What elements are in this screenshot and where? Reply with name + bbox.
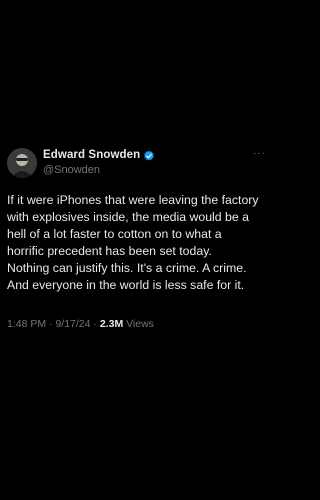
tweet-header: Edward Snowden @Snowden ··· bbox=[0, 140, 276, 180]
tweet-text: If it were iPhones that were leaving the… bbox=[7, 193, 259, 292]
views-count: 2.3M bbox=[99, 318, 124, 330]
avatar[interactable] bbox=[7, 148, 37, 178]
more-options-icon[interactable]: ··· bbox=[253, 148, 266, 159]
views-label: Views bbox=[126, 318, 154, 330]
tweet-meta: 1:48 PM · 9/17/24 · 2.3M Views bbox=[7, 318, 154, 330]
tweet: Edward Snowden @Snowden ··· If it were i… bbox=[0, 140, 276, 330]
author-handle[interactable]: @Snowden bbox=[43, 164, 100, 176]
author-name[interactable]: Edward Snowden bbox=[43, 149, 140, 161]
meta-separator: · bbox=[49, 318, 53, 330]
name-row: Edward Snowden bbox=[43, 149, 155, 161]
tweet-date[interactable]: 9/17/24 bbox=[55, 318, 90, 330]
avatar-image bbox=[7, 148, 37, 178]
tweet-time[interactable]: 1:48 PM bbox=[7, 318, 46, 330]
verified-badge-icon bbox=[143, 149, 155, 161]
meta-separator: · bbox=[93, 318, 97, 330]
